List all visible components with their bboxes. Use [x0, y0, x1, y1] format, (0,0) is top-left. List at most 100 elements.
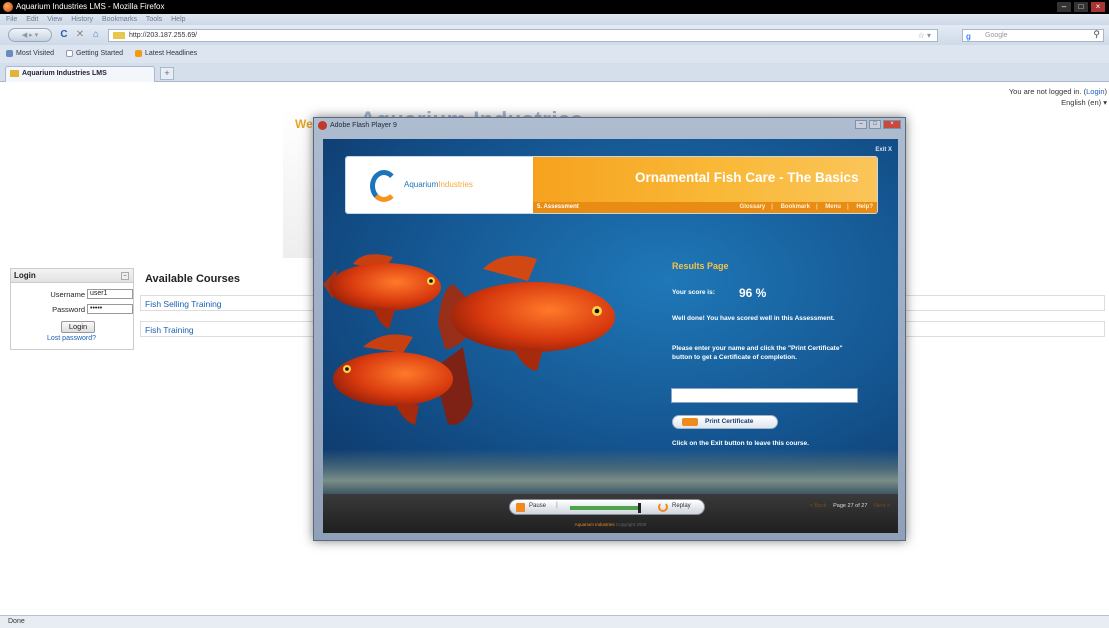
bookmark-label: Most Visited	[16, 50, 54, 57]
fish-illustration	[323, 254, 615, 425]
menu-tools[interactable]: Tools	[146, 16, 162, 23]
login-status: You are not logged in. (Login) English (…	[1009, 86, 1107, 108]
copyright-brand-b: Industries	[595, 522, 615, 527]
copyright-brand: Aquarium	[574, 522, 594, 527]
menu-view[interactable]: View	[47, 16, 62, 23]
glossary-link[interactable]: Glossary	[740, 204, 766, 210]
password-field[interactable]: •••••	[87, 304, 133, 314]
password-row: Password •••••	[11, 304, 135, 315]
login-block-header: Login –	[11, 269, 133, 283]
bookmarks-toolbar: Most Visited Getting Started Latest Head…	[0, 45, 1109, 63]
lost-password-link[interactable]: Lost password?	[47, 335, 96, 342]
progress-slider[interactable]	[570, 506, 638, 510]
exit-button[interactable]: Exit X	[875, 147, 892, 153]
bookmark-getting-started[interactable]: Getting Started	[65, 49, 124, 57]
menu-help[interactable]: Help	[171, 16, 185, 23]
login-button[interactable]: Login	[61, 321, 95, 333]
course-link-fish-selling[interactable]: Fish Selling Training	[145, 299, 222, 309]
new-tab-button[interactable]: +	[160, 67, 174, 80]
flash-close-icon[interactable]: ×	[883, 120, 901, 129]
seabed	[323, 449, 898, 494]
score-label: Your score is:	[672, 289, 715, 296]
bookmark-label: Getting Started	[75, 50, 124, 57]
most-visited-icon	[6, 49, 13, 57]
window-titlebar: Aquarium Industries LMS - Mozilla Firefo…	[0, 0, 1109, 14]
back-button[interactable]: < Back	[810, 503, 827, 509]
pause-icon[interactable]	[516, 503, 525, 512]
maximize-icon[interactable]: □	[1074, 2, 1088, 12]
logo-light: Industries	[438, 180, 473, 189]
logo-text: AquariumIndustries	[404, 180, 473, 189]
menu-bookmarks[interactable]: Bookmarks	[102, 16, 137, 23]
courses-title: Available Courses	[145, 273, 240, 285]
fish-icon	[333, 334, 473, 425]
page-icon	[65, 49, 73, 57]
tab-aquarium-lms[interactable]: Aquarium Industries LMS	[5, 66, 155, 82]
bookmark-link[interactable]: Bookmark	[781, 204, 810, 210]
minimize-icon[interactable]: –	[1057, 2, 1071, 12]
username-field[interactable]: user1	[87, 289, 133, 299]
bookmark-most-visited[interactable]: Most Visited	[6, 49, 54, 57]
replay-icon[interactable]	[658, 502, 668, 512]
course-nav-bar: 5. Assessment Glossary | Bookmark | Menu | …	[533, 202, 877, 213]
site-favicon-icon	[10, 70, 19, 77]
page-navigation: < Back Page 27 of 27 Next >	[810, 503, 890, 509]
login-status-suffix: )	[1104, 87, 1108, 96]
bookmark-latest-headlines[interactable]: Latest Headlines	[135, 49, 198, 57]
progress-handle[interactable]	[638, 503, 641, 513]
course-nav: Glossary | Bookmark | Menu | Help?	[739, 204, 873, 210]
pause-button[interactable]: Pause	[529, 503, 546, 509]
help-link[interactable]: Help?	[856, 204, 873, 210]
stop-icon[interactable]: ✕	[74, 28, 86, 42]
flash-window-title: Adobe Flash Player 9	[330, 122, 397, 129]
bookmark-label: Latest Headlines	[145, 50, 198, 57]
control-separator: |	[556, 502, 558, 509]
print-certificate-button[interactable]: Print Certificate	[672, 415, 778, 429]
menu-edit[interactable]: Edit	[26, 16, 38, 23]
collapse-icon[interactable]: –	[121, 272, 129, 280]
close-icon[interactable]: ×	[1091, 2, 1105, 12]
tab-label: Aquarium Industries LMS	[22, 70, 107, 77]
fish-icon	[323, 254, 441, 329]
login-block-title: Login	[14, 271, 36, 280]
banner-welcome: We	[295, 117, 313, 131]
bookmark-star-icon[interactable]: ☆ ▾	[918, 30, 931, 41]
window-title: Aquarium Industries LMS - Mozilla Firefo…	[16, 2, 165, 11]
reload-icon[interactable]: C	[58, 28, 70, 42]
login-link[interactable]: Login	[1086, 87, 1104, 96]
login-status-text: You are not logged in. (	[1008, 87, 1087, 96]
flash-minimize-icon[interactable]: –	[855, 120, 867, 129]
search-box[interactable]: g Google ⚲	[962, 29, 1104, 42]
fish-icon	[438, 255, 615, 371]
playback-controls: Pause | Replay	[509, 499, 705, 515]
title-area: Ornamental Fish Care - The Basics 5. Ass…	[533, 157, 877, 213]
course-panel: Exit X AquariumIndustries Ornamental Fis…	[323, 139, 898, 494]
address-text: http://203.187.255.69/	[129, 32, 198, 39]
logo-area: AquariumIndustries	[346, 157, 533, 213]
name-input[interactable]	[671, 388, 858, 403]
tab-strip: Aquarium Industries LMS +	[0, 63, 1109, 82]
menu-file[interactable]: File	[6, 16, 17, 23]
course-link-fish-training[interactable]: Fish Training	[145, 325, 194, 335]
rss-icon	[135, 49, 142, 57]
address-bar[interactable]: http://203.187.255.69/ ☆ ▾	[108, 29, 938, 42]
flash-window-controls: – □ ×	[855, 120, 901, 129]
username-row: Username user1	[11, 289, 135, 300]
replay-button[interactable]: Replay	[672, 503, 691, 509]
back-forward-button[interactable]: ◀ ▸ ▾	[8, 28, 52, 42]
print-icon	[682, 418, 698, 426]
language-selector[interactable]: English (en) ▾	[1009, 97, 1107, 108]
course-title: Ornamental Fish Care - The Basics	[635, 170, 859, 185]
site-icon	[113, 32, 125, 39]
username-label: Username	[50, 290, 85, 299]
login-block: Login – Username user1 Password ••••• Lo…	[10, 268, 134, 350]
copyright: Aquarium Industries Copyright 2009	[323, 522, 898, 527]
next-button[interactable]: Next >	[874, 503, 890, 509]
status-bar: Done	[0, 615, 1109, 628]
search-icon[interactable]: ⚲	[1093, 29, 1100, 40]
flash-maximize-icon[interactable]: □	[869, 120, 881, 129]
menu-link[interactable]: Menu	[825, 204, 841, 210]
home-icon[interactable]: ⌂	[90, 28, 102, 42]
menu-history[interactable]: History	[71, 16, 93, 23]
window-controls: – □ ×	[1057, 2, 1105, 12]
